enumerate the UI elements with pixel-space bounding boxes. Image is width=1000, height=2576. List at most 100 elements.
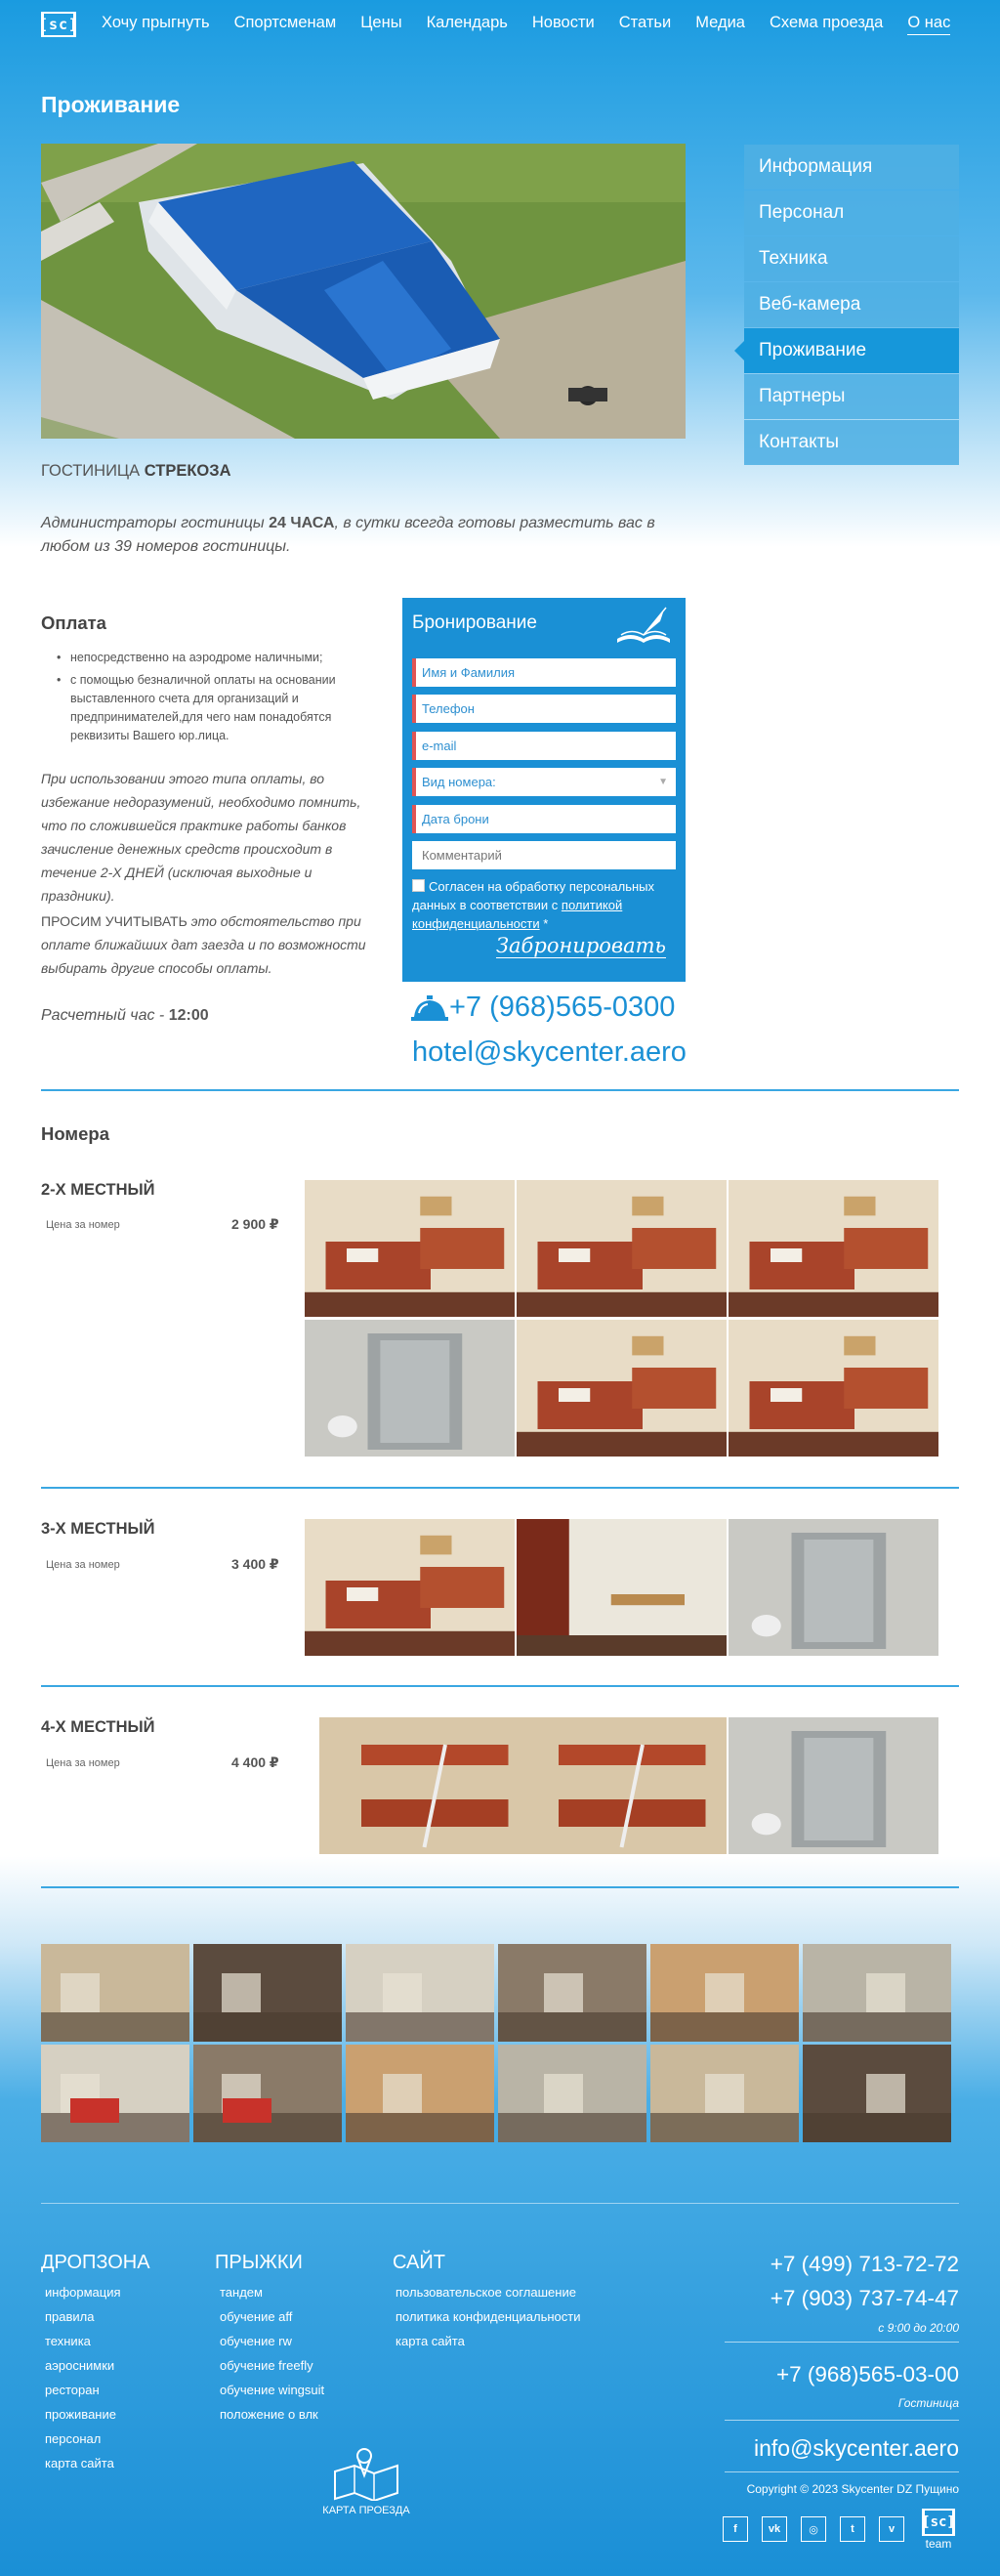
room-price-label-3: Цена за номер <box>46 1559 120 1571</box>
side-menu-contacts[interactable]: Контакты <box>744 420 959 465</box>
gallery-photo[interactable] <box>41 2045 189 2142</box>
hotel-aerial-photo <box>41 144 686 439</box>
room-photo[interactable] <box>729 1717 938 1854</box>
gallery-photo[interactable] <box>803 2045 951 2142</box>
email-field[interactable]: e-mail <box>412 732 676 760</box>
room-photo[interactable] <box>517 1320 727 1457</box>
room-title-2: 2-Х МЕСТНЫЙ <box>41 1181 155 1199</box>
directions-map-label: КАРТА ПРОЕЗДА <box>322 2505 410 2516</box>
instagram-icon[interactable]: ◎ <box>801 2516 826 2542</box>
gallery-photo[interactable] <box>41 1944 189 2042</box>
gallery-photo[interactable] <box>346 2045 494 2142</box>
nav-item-news[interactable]: Новости <box>532 14 595 35</box>
nav-item-athletes[interactable]: Спортсменам <box>234 14 337 35</box>
intro-text-1: Администраторы гостиницы <box>41 515 270 531</box>
nav-item-media[interactable]: Медиа <box>695 14 745 35</box>
footer-jumps-heading: ПРЫЖКИ <box>215 2252 303 2273</box>
name-field[interactable]: Имя и Фамилия <box>412 658 676 687</box>
consent-checkbox[interactable] <box>412 879 425 892</box>
nav-item-directions[interactable]: Схема проезда <box>770 14 883 35</box>
footer-link[interactable]: обучение rw <box>220 2329 324 2353</box>
footer-link[interactable]: карта сайта <box>396 2329 580 2353</box>
gallery-photo[interactable] <box>346 1944 494 2042</box>
gallery-photo[interactable] <box>650 2045 799 2142</box>
side-menu-info[interactable]: Информация <box>744 145 959 190</box>
room-photo[interactable] <box>729 1320 938 1457</box>
room-photo[interactable] <box>305 1320 515 1457</box>
hotel-phone-text: +7 (968)565-0300 <box>449 992 676 1023</box>
gallery-photo[interactable] <box>193 1944 342 2042</box>
footer-phone-1[interactable]: +7 (499) 713-72-72 <box>771 2252 959 2277</box>
page-title: Проживание <box>41 92 181 117</box>
facebook-icon[interactable]: f <box>723 2516 748 2542</box>
room-price-label-2: Цена за номер <box>46 1219 120 1231</box>
footer-link[interactable]: обучение aff <box>220 2304 324 2329</box>
footer-link[interactable]: карта сайта <box>45 2451 121 2475</box>
room-photo[interactable] <box>305 1519 515 1656</box>
directions-map-link[interactable]: КАРТА ПРОЕЗДА <box>322 2446 410 2516</box>
nav-item-calendar[interactable]: Календарь <box>427 14 508 35</box>
room-photo[interactable] <box>729 1519 938 1656</box>
gallery-photo[interactable] <box>803 1944 951 2042</box>
comment-field[interactable]: Комментарий <box>412 841 676 869</box>
team-logo-text: team <box>925 2537 952 2551</box>
side-menu-accommodation[interactable]: Проживание <box>734 328 959 373</box>
footer-link[interactable]: ресторан <box>45 2378 121 2402</box>
footer-link[interactable]: информация <box>45 2280 121 2304</box>
hotel-email[interactable]: hotel@skycenter.aero <box>412 1036 687 1069</box>
footer-divider <box>725 2342 959 2343</box>
footer-divider <box>41 2203 959 2204</box>
footer-link[interactable]: тандем <box>220 2280 324 2304</box>
payment-warning-caps: ПРОСИМ УЧИТЫВАТЬ <box>41 913 188 929</box>
side-menu-partners[interactable]: Партнеры <box>744 374 959 419</box>
gallery-photo[interactable] <box>498 1944 646 2042</box>
footer-site-heading: САЙТ <box>393 2252 445 2273</box>
room-photo[interactable] <box>517 1717 727 1854</box>
footer-phone-2[interactable]: +7 (903) 737-74-47 <box>771 2286 959 2311</box>
gallery-photo[interactable] <box>193 2045 342 2142</box>
hotel-phone[interactable]: +7 (968)565-0300 <box>410 992 675 1024</box>
footer-hotel-label: Гостиница <box>897 2396 959 2410</box>
checkout-label: Расчетный час - <box>41 1007 169 1024</box>
phone-field[interactable]: Телефон <box>412 695 676 723</box>
footer-link[interactable]: правила <box>45 2304 121 2329</box>
sc-team-logo[interactable]: [sc] team <box>922 2509 955 2551</box>
footer-link[interactable]: персонал <box>45 2427 121 2451</box>
site-logo[interactable]: [sc] <box>39 12 77 37</box>
twitter-icon[interactable]: t <box>840 2516 865 2542</box>
footer-link[interactable]: положение о влк <box>220 2402 324 2427</box>
room-photo[interactable] <box>517 1180 727 1317</box>
payment-note: При использовании этого типа оплаты, во … <box>41 771 361 904</box>
nav-item-prices[interactable]: Цены <box>360 14 401 35</box>
room-photo[interactable] <box>729 1180 938 1317</box>
vk-icon[interactable]: vk <box>762 2516 787 2542</box>
footer-link[interactable]: техника <box>45 2329 121 2353</box>
divider <box>41 1886 959 1888</box>
date-field[interactable]: Дата брони <box>412 805 676 833</box>
footer-link[interactable]: обучение wingsuit <box>220 2378 324 2402</box>
gallery-photo[interactable] <box>650 1944 799 2042</box>
list-item: непосредственно на аэродроме наличными; <box>57 649 369 667</box>
gallery-photo[interactable] <box>498 2045 646 2142</box>
footer-link[interactable]: пользовательское соглашение <box>396 2280 580 2304</box>
room-photo[interactable] <box>305 1180 515 1317</box>
side-menu-equipment[interactable]: Техника <box>744 236 959 281</box>
nav-item-jump[interactable]: Хочу прыгнуть <box>102 14 210 35</box>
room-type-select[interactable]: Вид номера: ▼ <box>412 768 676 796</box>
footer-link[interactable]: аэроснимки <box>45 2353 121 2378</box>
nav-item-about[interactable]: О нас <box>907 14 951 35</box>
submit-booking-button[interactable]: Забронировать <box>495 934 666 958</box>
footer-link[interactable]: проживание <box>45 2402 121 2427</box>
payment-warning: ПРОСИМ УЧИТЫВАТЬ это обстоятельство при … <box>41 909 393 980</box>
nav-item-articles[interactable]: Статьи <box>619 14 671 35</box>
room-photo[interactable] <box>319 1717 529 1854</box>
footer-link[interactable]: политика конфиденциальности <box>396 2304 580 2329</box>
footer-link[interactable]: обучение freefly <box>220 2353 324 2378</box>
footer-email[interactable]: info@skycenter.aero <box>754 2435 959 2462</box>
vimeo-icon[interactable]: v <box>879 2516 904 2542</box>
footer-phone-hotel[interactable]: +7 (968)565-03-00 <box>776 2362 959 2387</box>
room-photo[interactable] <box>517 1519 727 1656</box>
side-menu-webcam[interactable]: Веб-камера <box>744 282 959 327</box>
side-menu-staff[interactable]: Персонал <box>744 190 959 235</box>
footer-jumps-links: тандем обучение aff обучение rw обучение… <box>220 2280 324 2427</box>
